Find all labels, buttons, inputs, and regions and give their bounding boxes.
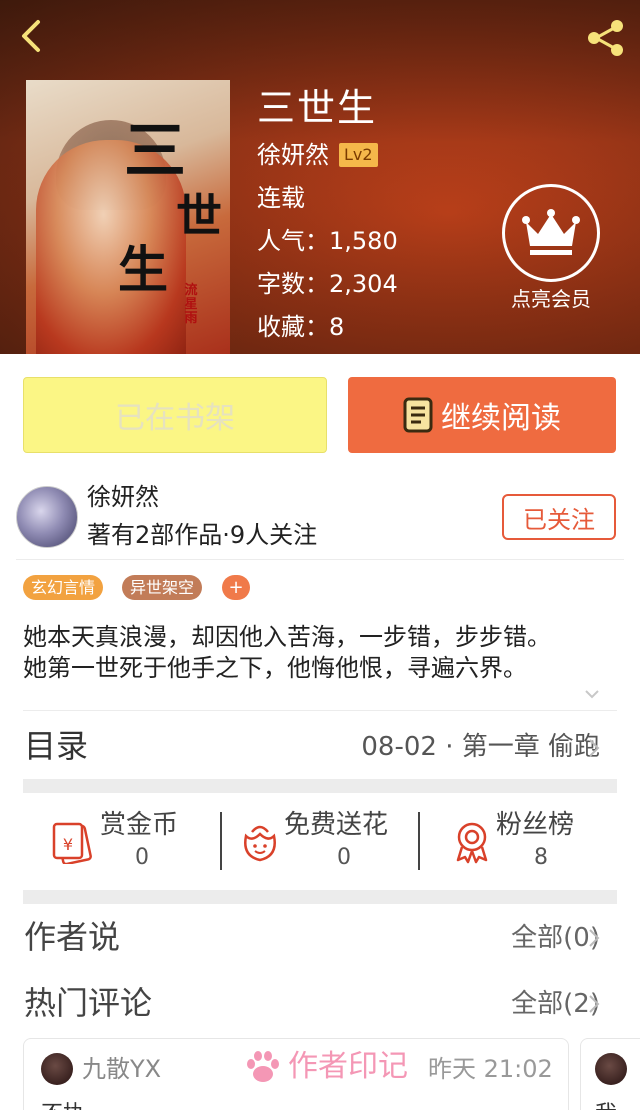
send-flowers[interactable]: 免费送花 0 xyxy=(238,808,408,878)
genre-tag[interactable]: 异世架空 xyxy=(122,575,203,600)
wordcount-label: 字数： xyxy=(257,270,329,298)
favorites-value: 8 xyxy=(329,313,345,341)
commenter-avatar[interactable] xyxy=(595,1053,627,1085)
book-header: 三 世 生 流星雨 三世生 徐妍然 Lv2 连载 人气：1,580 字数：2,3… xyxy=(0,0,640,354)
book-icon xyxy=(403,397,433,433)
comment-time: 昨天 21:02 xyxy=(428,1055,553,1083)
continue-reading-label: 继续阅读 xyxy=(441,401,561,436)
in-bookshelf-button[interactable]: 已在书架 xyxy=(23,377,327,453)
author-mark-badge: 作者印记 xyxy=(244,1047,408,1087)
book-status: 连载 xyxy=(257,184,305,212)
book-title: 三世生 xyxy=(257,86,378,130)
intro-line: 她第一世死于他手之下，他悔他恨，寻遍六界。 xyxy=(23,654,527,682)
book-popularity: 人气：1,580 xyxy=(257,226,398,256)
cover-title-char-1: 三 xyxy=(124,114,187,187)
chevron-right-icon[interactable] xyxy=(588,928,600,948)
in-bookshelf-label: 已在书架 xyxy=(115,401,235,436)
fan-ranking-label: 粉丝榜 xyxy=(496,810,575,840)
reward-coins-value: 0 xyxy=(135,845,149,870)
fan-ranking[interactable]: 粉丝榜 8 xyxy=(450,808,590,878)
comment-card[interactable]: 九散YX 作者印记 昨天 21:02 不执 xyxy=(23,1038,569,1110)
author-says-all[interactable]: 全部(0) xyxy=(511,921,600,955)
chevron-right-icon[interactable] xyxy=(588,738,600,758)
reward-coins-label: 赏金币 xyxy=(100,810,179,840)
author-name[interactable]: 徐妍然 xyxy=(87,482,159,512)
book-wordcount: 字数：2,304 xyxy=(257,269,398,299)
chevron-right-icon[interactable] xyxy=(588,994,600,1014)
vip-button[interactable]: 点亮会员 xyxy=(500,184,602,312)
wordcount-value: 2,304 xyxy=(329,270,398,298)
book-favorites: 收藏：8 xyxy=(257,312,398,342)
latest-chapter[interactable]: 08-02 · 第一章 偷跑 xyxy=(361,730,600,764)
fan-ranking-value: 8 xyxy=(534,845,548,870)
divider xyxy=(23,710,617,711)
commenter-avatar[interactable] xyxy=(41,1053,73,1085)
continue-reading-button[interactable]: 继续阅读 xyxy=(348,377,616,453)
comment-body: 我 xyxy=(595,1101,617,1110)
author-meta: 著有2部作品·9人关注 xyxy=(87,521,318,549)
section-separator xyxy=(23,779,617,793)
toc-title[interactable]: 目录 xyxy=(24,728,88,764)
book-cover[interactable]: 三 世 生 流星雨 xyxy=(26,80,230,354)
send-flowers-value: 0 xyxy=(337,845,351,870)
section-separator xyxy=(23,890,617,904)
divider xyxy=(418,812,420,870)
author-mark-label: 作者印记 xyxy=(288,1049,408,1084)
commenter-name[interactable]: 九散YX xyxy=(82,1053,161,1085)
book-author-name[interactable]: 徐妍然 xyxy=(257,140,329,170)
genre-tag[interactable]: 玄幻言情 xyxy=(23,575,104,600)
comment-card[interactable]: 我 xyxy=(580,1038,640,1110)
book-intro: 她本天真浪漫，却因他入苦海，一步错，步步错。 她第一世死于他手之下，他悔他恨，寻… xyxy=(23,622,623,684)
paw-icon xyxy=(247,1051,279,1082)
cover-title-char-2: 世 xyxy=(176,189,222,243)
follow-label: 已关注 xyxy=(523,505,595,534)
reward-coins[interactable]: ¥ 赏金币 0 xyxy=(52,808,202,878)
divider xyxy=(220,812,222,870)
book-info: 三世生 徐妍然 Lv2 连载 人气：1,580 字数：2,304 收藏：8 xyxy=(257,86,398,342)
svg-text:¥: ¥ xyxy=(63,835,73,854)
favorites-label: 收藏： xyxy=(257,313,329,341)
popularity-label: 人气： xyxy=(257,227,329,255)
popularity-value: 1,580 xyxy=(329,227,398,255)
share-button[interactable] xyxy=(584,18,628,58)
flower-icon xyxy=(244,825,276,862)
add-tag-button[interactable]: + xyxy=(222,575,250,600)
book-author-line: 徐妍然 Lv2 xyxy=(257,140,398,170)
cover-seal: 流星雨 xyxy=(184,283,198,326)
divider xyxy=(16,559,624,560)
follow-button[interactable]: 已关注 xyxy=(502,494,616,540)
share-icon xyxy=(588,20,623,56)
author-avatar[interactable] xyxy=(16,486,78,548)
crown-icon xyxy=(522,209,580,255)
hot-comments-all[interactable]: 全部(2) xyxy=(511,987,600,1021)
cover-title-char-3: 生 xyxy=(118,240,168,299)
vip-circle xyxy=(502,184,600,282)
back-button[interactable] xyxy=(14,16,48,56)
intro-line: 她本天真浪漫，却因他入苦海，一步错，步步错。 xyxy=(23,623,551,651)
comment-body: 不执 xyxy=(41,1101,85,1110)
author-says-title[interactable]: 作者说 xyxy=(24,918,120,956)
badge-ribbon-icon xyxy=(456,822,488,864)
red-envelope-icon: ¥ xyxy=(52,822,92,864)
level-badge: Lv2 xyxy=(339,143,378,167)
chevron-left-icon xyxy=(22,20,40,52)
chevron-down-icon[interactable] xyxy=(584,688,600,700)
send-flowers-label: 免费送花 xyxy=(284,810,389,840)
hot-comments-title[interactable]: 热门评论 xyxy=(24,984,152,1022)
vip-label: 点亮会员 xyxy=(511,287,591,311)
